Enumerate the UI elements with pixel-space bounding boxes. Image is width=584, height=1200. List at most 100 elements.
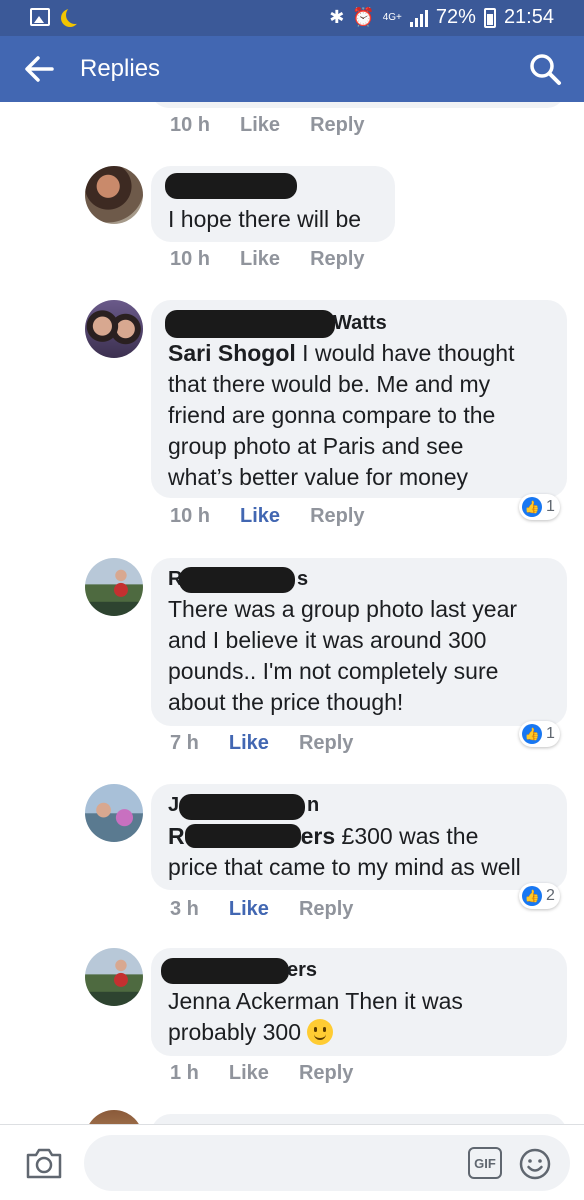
text-line: There was a group photo last year bbox=[168, 596, 518, 622]
text-line: pounds.. I'm not completely sure bbox=[168, 658, 499, 684]
reaction-count: 2 bbox=[546, 887, 555, 904]
comment-actions: 1 h Like Reply bbox=[170, 1062, 353, 1085]
avatar[interactable] bbox=[85, 300, 143, 358]
text-line: that there would be. Me and my bbox=[168, 371, 491, 397]
reply-link[interactable]: Reply bbox=[299, 732, 353, 755]
back-button[interactable] bbox=[22, 53, 56, 85]
avatar[interactable] bbox=[85, 1110, 143, 1124]
reply-link[interactable]: Reply bbox=[310, 505, 364, 528]
text-line: Jenna Ackerman Then it was bbox=[168, 988, 463, 1014]
text-line: group photo at Paris and see bbox=[168, 433, 464, 459]
mention-tail[interactable]: ers bbox=[301, 823, 336, 849]
like-link[interactable]: Like bbox=[240, 248, 280, 271]
comment-author-tail: Watts bbox=[333, 312, 387, 334]
text-line: probably 300 bbox=[168, 1019, 308, 1045]
smiley-emoji-icon bbox=[307, 1018, 334, 1045]
mention-head[interactable]: R bbox=[168, 823, 185, 849]
status-bar: ✱ ⏰ 4G+ 72% 21:54 bbox=[0, 0, 584, 36]
like-link[interactable]: Like bbox=[229, 898, 269, 921]
like-link[interactable]: Like bbox=[240, 114, 280, 137]
avatar[interactable] bbox=[85, 784, 143, 842]
page-title: Replies bbox=[80, 55, 161, 82]
mention[interactable]: Sari Shogol bbox=[168, 340, 296, 366]
like-link[interactable]: Like bbox=[229, 1062, 269, 1085]
comment-time: 3 h bbox=[170, 898, 199, 920]
gif-icon: GIF bbox=[474, 1155, 496, 1171]
redacted-name bbox=[165, 173, 297, 199]
comment-bubble: J n Rers £300 was the price that came to… bbox=[151, 784, 567, 909]
comment-input[interactable] bbox=[104, 1149, 444, 1177]
comment-bubble: I hope there will be bbox=[151, 166, 395, 242]
search-button[interactable] bbox=[528, 52, 562, 86]
network-type: 4G+ bbox=[382, 12, 402, 23]
thumbs-up-icon: 👍 bbox=[522, 724, 542, 744]
reply-link[interactable]: Reply bbox=[299, 898, 353, 921]
comment-text: There was a group photo last year and I … bbox=[168, 594, 558, 718]
search-icon bbox=[530, 54, 561, 85]
comment-actions: 10 h Like Reply bbox=[170, 505, 365, 528]
battery-icon bbox=[483, 7, 496, 28]
comment-author-tail: n bbox=[307, 794, 320, 816]
avatar[interactable] bbox=[85, 948, 143, 1006]
like-link[interactable]: Like bbox=[240, 505, 280, 528]
app-bar: Replies bbox=[0, 36, 584, 102]
comment-time: 10 h bbox=[170, 114, 211, 136]
comment-bubble bbox=[151, 1114, 567, 1124]
reply-link[interactable]: Reply bbox=[310, 248, 364, 271]
text-line: I would have thought bbox=[295, 340, 515, 366]
reaction-badge[interactable]: 👍 1 bbox=[519, 721, 560, 747]
comment-text: I hope there will be bbox=[168, 206, 362, 232]
reaction-badge[interactable]: 👍 2 bbox=[519, 883, 560, 909]
redacted-name bbox=[179, 567, 295, 593]
redacted-mention bbox=[184, 824, 301, 848]
status-left bbox=[30, 8, 78, 26]
reply-link[interactable]: Reply bbox=[310, 114, 364, 137]
battery-percent: 72% bbox=[435, 6, 476, 28]
camera-icon bbox=[26, 1148, 62, 1179]
text-line: what’s better value for money bbox=[168, 464, 469, 490]
bluetooth-icon: ✱ bbox=[329, 7, 345, 27]
comment-author-head: J bbox=[168, 794, 180, 816]
text-line: price that came to my mind as well bbox=[168, 854, 521, 880]
moon-icon bbox=[66, 6, 84, 24]
image-icon bbox=[30, 8, 50, 26]
comment-time: 7 h bbox=[170, 732, 199, 754]
avatar[interactable] bbox=[85, 166, 143, 224]
comment-time: 10 h bbox=[170, 248, 211, 270]
comment-actions: 10 h Like Reply bbox=[170, 248, 365, 271]
clock: 21:54 bbox=[503, 6, 554, 28]
thumbs-up-icon: 👍 bbox=[522, 886, 542, 906]
comment-text: Sari Shogol I would have thought that th… bbox=[168, 338, 558, 493]
thumbs-up-icon: 👍 bbox=[522, 497, 542, 517]
replies-feed[interactable]: 10 h Like Reply I hope there will be 10 … bbox=[0, 102, 584, 1124]
reply-link[interactable]: Reply bbox=[299, 1062, 353, 1085]
comment-time: 1 h bbox=[170, 1062, 199, 1084]
redacted-name bbox=[179, 794, 305, 820]
reaction-count: 1 bbox=[546, 725, 555, 742]
comment-time: 10 h bbox=[170, 505, 211, 527]
camera-button[interactable] bbox=[24, 1145, 64, 1181]
back-arrow-icon bbox=[25, 56, 54, 82]
comment-author-tail: ers bbox=[287, 959, 318, 981]
reaction-count: 1 bbox=[546, 498, 555, 515]
comment-author-tail: s bbox=[297, 568, 309, 590]
comment-composer: GIF bbox=[0, 1124, 584, 1200]
comment-text: Jenna Ackerman Then it was probably 300 bbox=[168, 986, 563, 1048]
redacted-name bbox=[165, 310, 335, 338]
text-line: about the price though! bbox=[168, 689, 404, 715]
text-line: and I believe it was around 300 bbox=[168, 627, 487, 653]
comment-actions: 7 h Like Reply bbox=[170, 732, 353, 755]
comment-bubble: R s There was a group photo last year an… bbox=[151, 558, 567, 747]
emoji-button[interactable] bbox=[518, 1147, 552, 1181]
reaction-badge[interactable]: 👍 1 bbox=[519, 494, 560, 520]
signal-icon bbox=[409, 9, 428, 27]
comment-actions: 3 h Like Reply bbox=[170, 898, 353, 921]
text-line: friend are gonna compare to the bbox=[168, 402, 496, 428]
gif-button[interactable]: GIF bbox=[468, 1147, 502, 1179]
alarm-icon: ⏰ bbox=[352, 7, 375, 27]
avatar[interactable] bbox=[85, 558, 143, 616]
comment-bubble bbox=[151, 102, 565, 108]
like-link[interactable]: Like bbox=[229, 732, 269, 755]
status-right: ✱ ⏰ 4G+ 72% 21:54 bbox=[329, 6, 554, 29]
comment-bubble: ers Jenna Ackerman Then it was probably … bbox=[151, 948, 567, 1056]
